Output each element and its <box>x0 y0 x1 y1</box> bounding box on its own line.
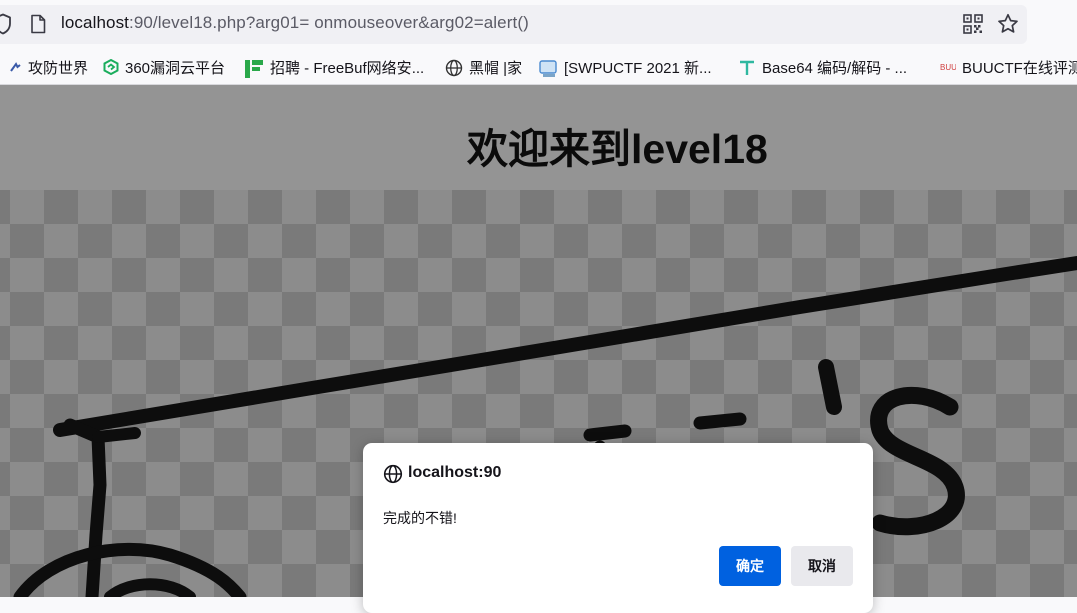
bookmark-label: 360漏洞云平台 <box>125 59 226 77</box>
page-icon[interactable] <box>30 14 46 34</box>
bookmark-heimao[interactable]: 黑帽 |家 <box>445 56 522 78</box>
nssctf-icon <box>538 59 558 77</box>
url-text[interactable]: localhost:90/level18.php?arg01= onmouseo… <box>61 13 529 33</box>
bookmarks-toolbar: 攻防世界 360漏洞云平台 招聘 - FreeBuf网络安... 黑帽 |家 [… <box>0 50 1077 85</box>
dialog-origin: localhost:90 <box>408 464 502 481</box>
shield-icon[interactable] <box>0 13 12 35</box>
dialog-message: 完成的不错! <box>383 510 457 526</box>
bookmark-base64[interactable]: Base64 编码/解码 - ... <box>738 56 907 78</box>
bookmark-label: BUUCTF在线评测 <box>962 59 1077 77</box>
address-bar-area: localhost:90/level18.php?arg01= onmouseo… <box>0 0 1077 50</box>
bookmark-360[interactable]: 360漏洞云平台 <box>103 56 225 78</box>
alert-dialog: localhost:90 完成的不错! 确定 取消 <box>363 443 873 613</box>
svg-text:BUU: BUU <box>940 63 956 72</box>
360-icon <box>103 59 119 75</box>
buuctf-icon: BUU <box>940 59 956 75</box>
bookmark-label: [SWPUCTF 2021 新... <box>564 59 712 77</box>
bookmark-adworld[interactable]: 攻防世界 <box>8 56 88 78</box>
adworld-icon <box>8 59 22 75</box>
freebuf-icon <box>244 59 264 78</box>
ok-button[interactable]: 确定 <box>719 546 781 586</box>
bookmark-freebuf[interactable]: 招聘 - FreeBuf网络安... <box>244 56 424 78</box>
cancel-button[interactable]: 取消 <box>791 546 853 586</box>
bookmark-label: 招聘 - FreeBuf网络安... <box>270 59 425 77</box>
tool-icon <box>738 59 756 75</box>
bookmark-label: Base64 编码/解码 - ... <box>762 59 908 77</box>
globe-icon <box>383 464 403 484</box>
qr-code-icon[interactable] <box>963 14 983 34</box>
star-icon[interactable] <box>997 13 1019 35</box>
url-host: localhost <box>61 13 129 32</box>
globe-icon <box>445 59 463 77</box>
bookmark-label: 黑帽 |家 <box>469 59 523 77</box>
bookmark-buuctf[interactable]: BUU BUUCTF在线评测 <box>940 56 1077 78</box>
url-path: :90/level18.php?arg01= onmouseover&arg02… <box>129 13 529 32</box>
bookmark-label: 攻防世界 <box>28 59 89 77</box>
bookmark-swpuctf[interactable]: [SWPUCTF 2021 新... <box>538 56 712 78</box>
